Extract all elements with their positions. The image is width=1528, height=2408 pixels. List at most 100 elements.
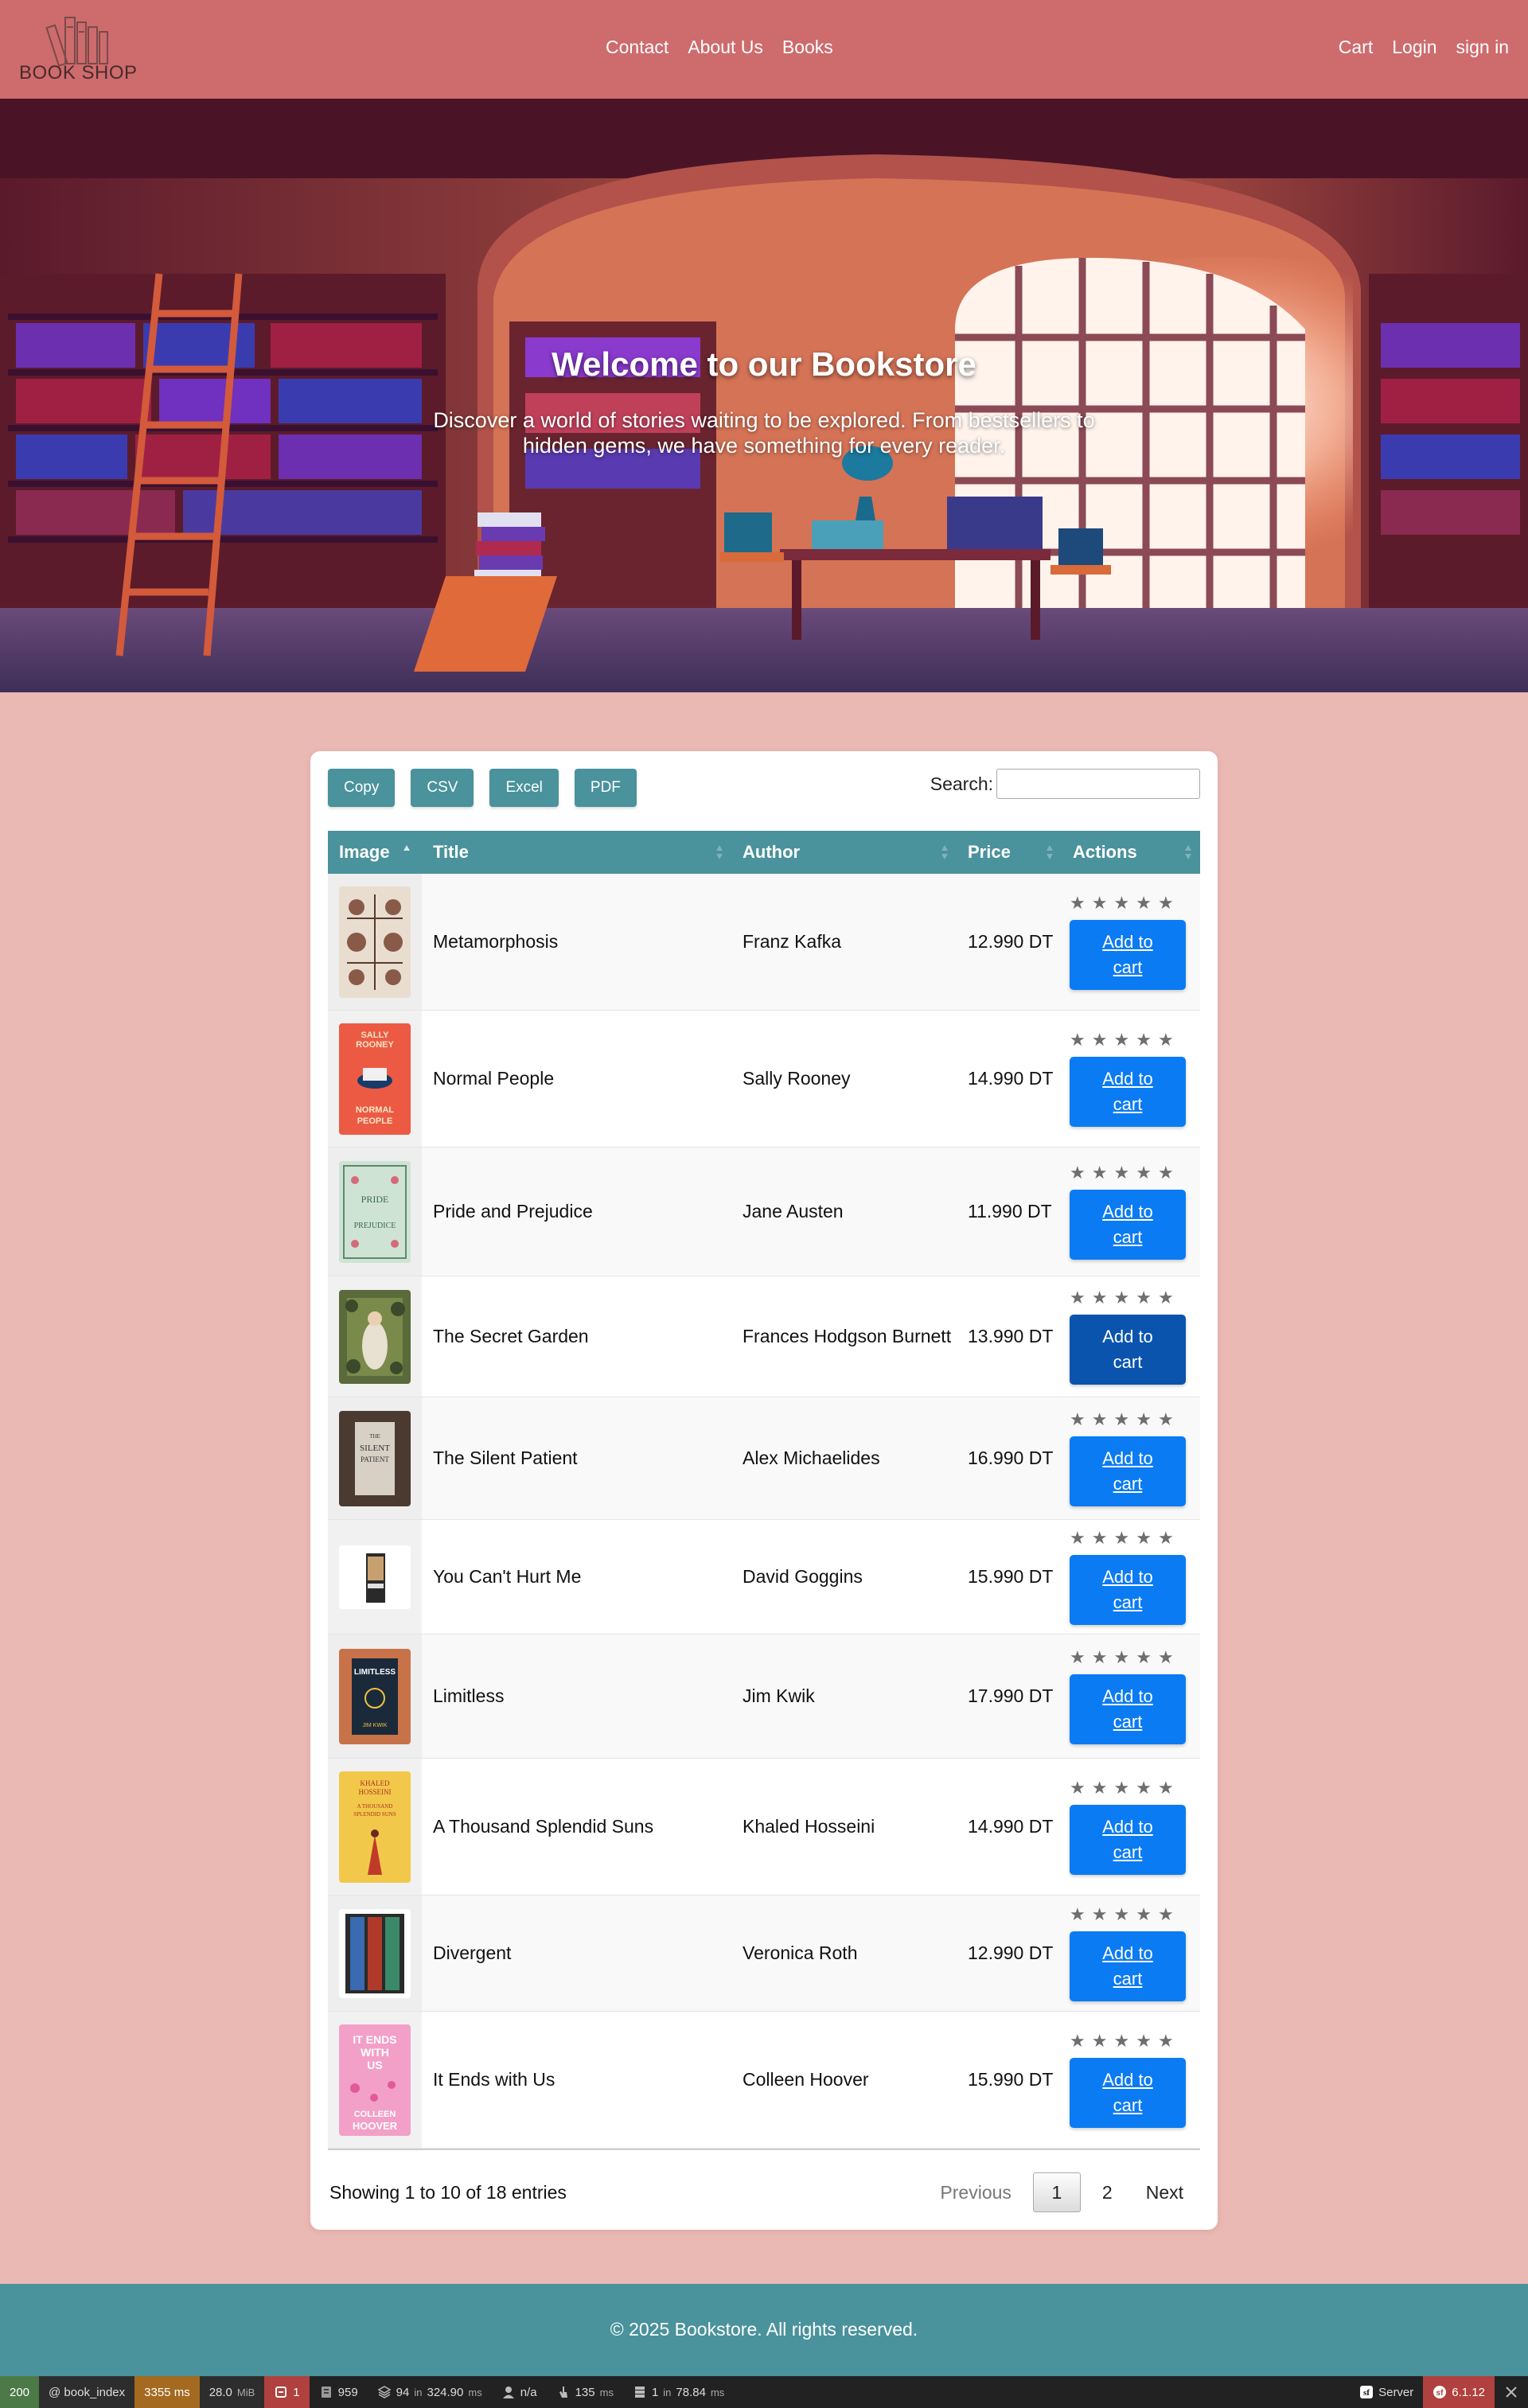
pagination-page-2[interactable]: 2 <box>1086 2172 1129 2212</box>
add-to-cart-button[interactable]: Add to cart <box>1070 1674 1186 1744</box>
star-icon[interactable]: ★ <box>1136 894 1152 912</box>
rating-stars[interactable]: ★ ★ ★ ★ ★ <box>1070 1031 1174 1049</box>
star-icon[interactable]: ★ <box>1158 1648 1174 1666</box>
add-to-cart-button[interactable]: Add to cart <box>1070 1931 1186 2001</box>
add-to-cart-button[interactable]: Add to cart <box>1070 1056 1186 1127</box>
star-icon[interactable]: ★ <box>1158 1031 1174 1049</box>
debug-close[interactable] <box>1495 2376 1528 2408</box>
star-icon[interactable]: ★ <box>1092 1163 1108 1182</box>
book-cover-it-ends-with-us[interactable]: IT ENDS WITH US COLLEEN HOOVER <box>339 2024 411 2136</box>
nav-books[interactable]: Books <box>782 37 833 58</box>
pagination-page-1[interactable]: 1 <box>1032 2172 1081 2212</box>
book-cover-you-cant-hurt-me[interactable] <box>339 1545 411 1609</box>
star-icon[interactable]: ★ <box>1158 894 1174 912</box>
star-icon[interactable]: ★ <box>1092 1288 1108 1307</box>
star-icon[interactable]: ★ <box>1136 1163 1152 1182</box>
star-icon[interactable]: ★ <box>1136 2032 1152 2050</box>
star-icon[interactable]: ★ <box>1113 2032 1129 2050</box>
debug-server[interactable]: sf Server <box>1350 2376 1423 2408</box>
nav-sign-in[interactable]: sign in <box>1456 37 1509 58</box>
star-icon[interactable]: ★ <box>1158 1905 1174 1923</box>
book-cover-normal-people[interactable]: SALLY ROONEY NORMAL PEOPLE <box>339 1023 411 1135</box>
star-icon[interactable]: ★ <box>1136 1288 1152 1307</box>
book-cover-limitless[interactable]: LIMITLESS JIM KWIK <box>339 1648 411 1744</box>
nav-login[interactable]: Login <box>1392 37 1436 58</box>
star-icon[interactable]: ★ <box>1158 1529 1174 1547</box>
star-icon[interactable]: ★ <box>1070 1905 1086 1923</box>
pagination-previous[interactable]: Previous <box>923 2172 1027 2212</box>
debug-version[interactable]: sf 6.1.12 <box>1423 2376 1495 2408</box>
column-header-title[interactable]: Title <box>422 831 731 874</box>
add-to-cart-button[interactable]: Add to cart <box>1070 2057 1186 2128</box>
star-icon[interactable]: ★ <box>1136 1031 1152 1049</box>
star-icon[interactable]: ★ <box>1113 1779 1129 1797</box>
star-icon[interactable]: ★ <box>1092 894 1108 912</box>
rating-stars[interactable]: ★ ★ ★ ★ ★ <box>1070 1410 1174 1428</box>
star-icon[interactable]: ★ <box>1113 1529 1129 1547</box>
excel-button[interactable]: Excel <box>489 769 559 807</box>
star-icon[interactable]: ★ <box>1113 1163 1129 1182</box>
star-icon[interactable]: ★ <box>1070 1779 1086 1797</box>
star-icon[interactable]: ★ <box>1158 2032 1174 2050</box>
star-icon[interactable]: ★ <box>1070 1410 1086 1428</box>
add-to-cart-button[interactable]: Add to cart <box>1070 1804 1186 1875</box>
column-header-author[interactable]: Author <box>731 831 957 874</box>
star-icon[interactable]: ★ <box>1136 1529 1152 1547</box>
debug-events[interactable]: 135 ms <box>547 2376 623 2408</box>
copy-button[interactable]: Copy <box>328 769 396 807</box>
rating-stars[interactable]: ★ ★ ★ ★ ★ <box>1070 1648 1174 1666</box>
debug-cache[interactable]: 1 in 78.84 ms <box>623 2376 734 2408</box>
star-icon[interactable]: ★ <box>1113 1905 1129 1923</box>
book-cover-divergent[interactable] <box>339 1908 411 1998</box>
debug-memory[interactable]: 28.0 MiB <box>199 2376 265 2408</box>
star-icon[interactable]: ★ <box>1092 1410 1108 1428</box>
rating-stars[interactable]: ★ ★ ★ ★ ★ <box>1070 1288 1174 1307</box>
star-icon[interactable]: ★ <box>1113 894 1129 912</box>
rating-stars[interactable]: ★ ★ ★ ★ ★ <box>1070 2032 1174 2050</box>
debug-logs[interactable]: 959 <box>310 2376 368 2408</box>
close-icon[interactable] <box>1504 2385 1518 2399</box>
nav-cart[interactable]: Cart <box>1339 37 1373 58</box>
star-icon[interactable]: ★ <box>1113 1410 1129 1428</box>
book-cover-a-thousand-splendid-suns[interactable]: KHALED HOSSEINI A THOUSAND SPLENDID SUNS <box>339 1771 411 1883</box>
pagination-next[interactable]: Next <box>1129 2172 1200 2212</box>
book-cover-the-secret-garden[interactable] <box>339 1289 411 1384</box>
star-icon[interactable]: ★ <box>1113 1288 1129 1307</box>
column-header-image[interactable]: Image <box>328 831 422 874</box>
star-icon[interactable]: ★ <box>1070 1163 1086 1182</box>
star-icon[interactable]: ★ <box>1136 1648 1152 1666</box>
star-icon[interactable]: ★ <box>1136 1905 1152 1923</box>
rating-stars[interactable]: ★ ★ ★ ★ ★ <box>1070 894 1174 912</box>
star-icon[interactable]: ★ <box>1070 1031 1086 1049</box>
book-cover-metamorphosis[interactable] <box>339 886 411 998</box>
star-icon[interactable]: ★ <box>1136 1410 1152 1428</box>
nav-contact[interactable]: Contact <box>606 37 668 58</box>
search-input[interactable] <box>996 769 1200 799</box>
star-icon[interactable]: ★ <box>1113 1648 1129 1666</box>
star-icon[interactable]: ★ <box>1092 1031 1108 1049</box>
add-to-cart-button[interactable]: Add to cart <box>1070 1189 1186 1260</box>
add-to-cart-button[interactable]: Add to cart <box>1070 1436 1186 1506</box>
star-icon[interactable]: ★ <box>1070 1288 1086 1307</box>
star-icon[interactable]: ★ <box>1158 1163 1174 1182</box>
star-icon[interactable]: ★ <box>1158 1410 1174 1428</box>
star-icon[interactable]: ★ <box>1070 894 1086 912</box>
star-icon[interactable]: ★ <box>1070 1529 1086 1547</box>
rating-stars[interactable]: ★ ★ ★ ★ ★ <box>1070 1779 1174 1797</box>
star-icon[interactable]: ★ <box>1092 2032 1108 2050</box>
star-icon[interactable]: ★ <box>1092 1905 1108 1923</box>
csv-button[interactable]: CSV <box>411 769 474 807</box>
debug-route[interactable]: @ book_index <box>39 2376 135 2408</box>
star-icon[interactable]: ★ <box>1158 1288 1174 1307</box>
debug-status[interactable]: 200 <box>0 2376 40 2408</box>
star-icon[interactable]: ★ <box>1092 1779 1108 1797</box>
column-header-price[interactable]: Price <box>957 831 1062 874</box>
add-to-cart-button[interactable]: Add to cart <box>1070 1554 1186 1625</box>
rating-stars[interactable]: ★ ★ ★ ★ ★ <box>1070 1905 1174 1923</box>
star-icon[interactable]: ★ <box>1113 1031 1129 1049</box>
star-icon[interactable]: ★ <box>1092 1648 1108 1666</box>
star-icon[interactable]: ★ <box>1136 1779 1152 1797</box>
rating-stars[interactable]: ★ ★ ★ ★ ★ <box>1070 1529 1174 1547</box>
nav-about-us[interactable]: About Us <box>688 37 763 58</box>
rating-stars[interactable]: ★ ★ ★ ★ ★ <box>1070 1163 1174 1182</box>
